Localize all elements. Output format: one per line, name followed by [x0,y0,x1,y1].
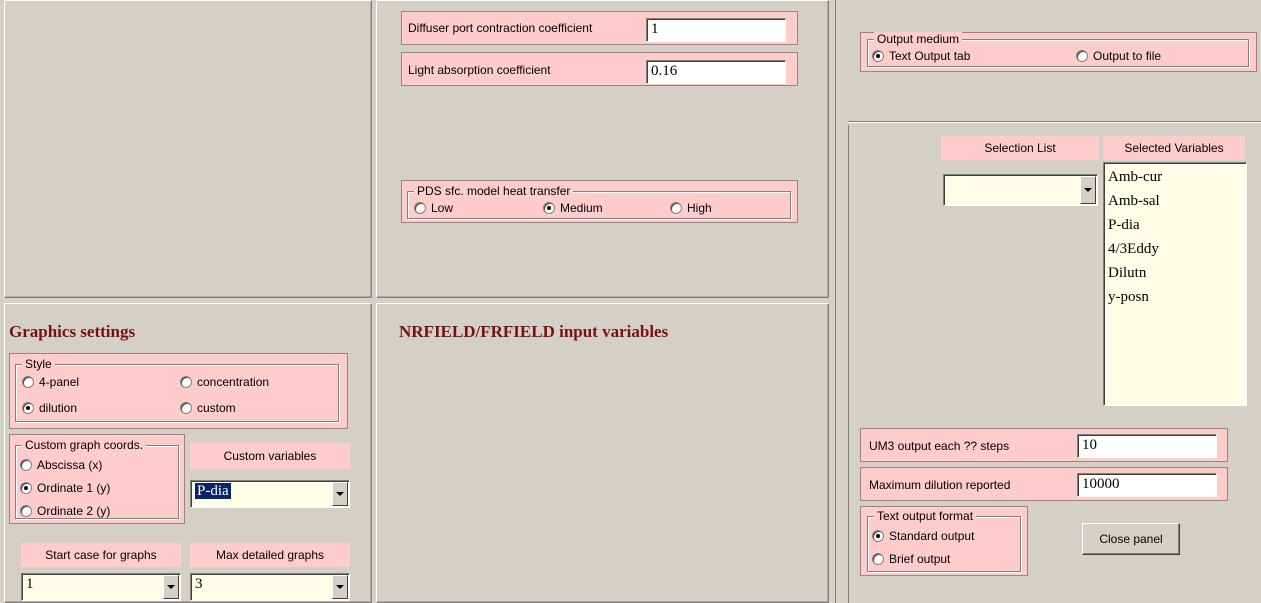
um3-output-row: UM3 output each ?? steps 10 [860,428,1228,462]
pds-low-radio[interactable]: Low [414,201,453,215]
nrfield-title: NRFIELD/FRFIELD input variables [399,322,669,341]
list-item[interactable]: Amb-cur [1108,165,1242,189]
diffuser-row: Diffuser port contraction coefficient 1 [401,11,798,45]
um3-output-input[interactable]: 10 [1077,434,1217,458]
ordinate1-radio[interactable]: Ordinate 1 (y) [20,481,110,495]
brief-output-radio[interactable]: Brief output [872,552,950,566]
output-medium-legend: Output medium [874,32,963,46]
max-dilution-input[interactable]: 10000 [1077,473,1217,497]
close-panel-button[interactable]: Close panel [1082,523,1180,555]
start-case-label: Start case for graphs [21,543,181,567]
selected-variables-label: Selected Variables [1103,136,1245,160]
style-concentration-radio[interactable]: concentration [180,375,269,389]
max-dilution-row: Maximum dilution reported 10000 [860,467,1228,501]
style-custom-radio[interactable]: custom [180,401,236,415]
output-medium-box: Output medium Text Output tab Output to … [860,32,1257,72]
pds-medium-radio[interactable]: Medium [543,201,603,215]
variables-section-border [848,125,849,603]
chevron-down-icon[interactable] [1080,176,1096,204]
radio-icon [1076,50,1088,62]
graphics-settings-panel: Graphics settings Style 4-panel concentr… [4,303,372,603]
radio-selected-icon [872,50,884,62]
max-dilution-label: Maximum dilution reported [869,478,1011,492]
output-medium-divider [848,121,1261,123]
coords-legend: Custom graph coords. [22,438,147,452]
list-item[interactable]: P-dia [1108,213,1242,237]
pds-high-radio[interactable]: High [670,201,712,215]
radio-selected-icon [543,202,555,214]
custom-variables-label: Custom variables [190,443,350,469]
selection-list-select[interactable] [943,174,1098,206]
list-item[interactable]: 4/3Eddy [1108,237,1242,261]
selection-list-label: Selection List [941,136,1099,160]
radio-icon [180,376,192,388]
style-4panel-radio[interactable]: 4-panel [22,375,79,389]
custom-variables-value: P-dia [195,483,231,499]
right-column: Output medium Text Output tab Output to … [835,0,1261,603]
chevron-down-icon[interactable] [332,575,348,599]
radio-icon [670,202,682,214]
ordinate2-radio[interactable]: Ordinate 2 (y) [20,504,110,518]
light-row: Light absorption coefficient 0.16 [401,52,798,86]
coords-group: Custom graph coords. Abscissa (x) Ordina… [15,438,179,519]
list-item[interactable]: Amb-sal [1108,189,1242,213]
standard-output-radio[interactable]: Standard output [872,529,974,543]
graphics-settings-title: Graphics settings [9,322,136,341]
middle-top-panel: Diffuser port contraction coefficient 1 … [376,0,829,298]
start-case-value: 1 [26,576,34,592]
radio-icon [20,505,32,517]
radio-icon [20,459,32,471]
style-legend: Style [22,357,55,371]
radio-icon [414,202,426,214]
list-item[interactable]: y-posn [1108,285,1242,309]
coords-group-box: Custom graph coords. Abscissa (x) Ordina… [9,434,185,524]
max-detailed-select[interactable]: 3 [190,573,350,601]
chevron-down-icon[interactable] [163,575,179,599]
start-case-select[interactable]: 1 [21,573,181,601]
output-to-file-radio[interactable]: Output to file [1076,49,1161,63]
text-format-group: Text output format Standard output Brief… [867,509,1021,572]
pds-group-box: PDS sfc. model heat transfer Low Medium … [401,180,798,223]
um3-output-label: UM3 output each ?? steps [869,439,1010,453]
left-top-panel [4,0,372,298]
light-label: Light absorption coefficient [408,63,551,77]
pds-legend: PDS sfc. model heat transfer [414,184,574,198]
max-detailed-label: Max detailed graphs [190,543,350,567]
abscissa-radio[interactable]: Abscissa (x) [20,458,102,472]
radio-selected-icon [872,530,884,542]
style-dilution-radio[interactable]: dilution [22,401,77,415]
text-format-box: Text output format Standard output Brief… [860,506,1028,576]
output-medium-group: Output medium Text Output tab Output to … [867,32,1249,67]
selected-variables-list[interactable]: Amb-cur Amb-sal P-dia 4/3Eddy Dilutn y-p… [1103,162,1247,406]
radio-selected-icon [22,402,34,414]
custom-variables-select[interactable]: P-dia [190,480,350,508]
radio-icon [22,376,34,388]
style-group-box: Style 4-panel concentration dilution cus… [9,353,348,429]
diffuser-input[interactable]: 1 [646,18,786,42]
list-item[interactable]: Dilutn [1108,261,1242,285]
pds-group: PDS sfc. model heat transfer Low Medium … [407,184,791,219]
nrfield-panel: NRFIELD/FRFIELD input variables [376,303,829,603]
text-output-tab-radio[interactable]: Text Output tab [872,49,970,63]
radio-icon [180,402,192,414]
max-detailed-value: 3 [195,576,203,592]
diffuser-label: Diffuser port contraction coefficient [408,21,593,35]
radio-icon [872,553,884,565]
chevron-down-icon[interactable] [332,482,348,506]
radio-selected-icon [20,482,32,494]
light-input[interactable]: 0.16 [646,60,786,84]
text-format-legend: Text output format [874,509,977,523]
style-group: Style 4-panel concentration dilution cus… [15,357,339,422]
